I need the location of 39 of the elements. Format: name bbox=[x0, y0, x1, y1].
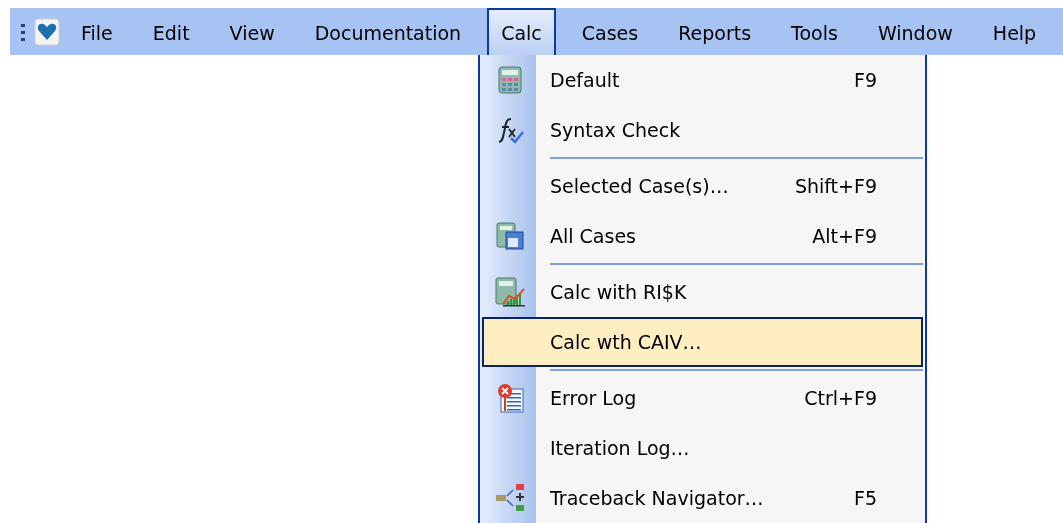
menu-entry-label: Syntax Check bbox=[550, 119, 682, 141]
menu-item[interactable]: Reports bbox=[664, 8, 766, 55]
menu-entry-label: Traceback Navigator… bbox=[550, 487, 765, 509]
menu-entry-label: Calc wth CAIV… bbox=[550, 331, 703, 353]
menu-entry-label: Calc with RI$K bbox=[550, 281, 688, 303]
menu-item[interactable]: Cases bbox=[567, 8, 653, 55]
menu-entry-label: Iteration Log… bbox=[550, 437, 691, 459]
menu-entry-label: Default bbox=[550, 69, 621, 91]
shortcut-text: Alt+F9 bbox=[812, 225, 877, 247]
menu-entry-label: All Cases bbox=[550, 225, 637, 247]
menu-item[interactable]: Edit bbox=[138, 8, 204, 55]
menu-entry-label: Error Log bbox=[550, 387, 638, 409]
calculator-icon bbox=[498, 66, 522, 94]
shortcut-text: F9 bbox=[853, 69, 877, 91]
menu-item[interactable]: File bbox=[67, 8, 127, 55]
menu-item[interactable]: View bbox=[215, 8, 289, 55]
menu-entry[interactable]: Calc with RI$K bbox=[482, 267, 923, 317]
menu-entry[interactable]: Traceback Navigator… F5 bbox=[482, 473, 923, 523]
menu-entry-label: Selected Case(s)… bbox=[550, 175, 730, 197]
menu-item[interactable]: Help bbox=[978, 8, 1051, 55]
menu-entry[interactable]: Selected Case(s)… Shift+F9 bbox=[482, 161, 923, 211]
menu-entry[interactable]: Iteration Log… bbox=[482, 423, 923, 473]
menu-item[interactable]: Calc bbox=[487, 8, 556, 55]
error-log-icon bbox=[496, 383, 524, 413]
menu-item[interactable]: Tools bbox=[777, 8, 852, 55]
menu-entry[interactable]: All Cases Alt+F9 bbox=[482, 211, 923, 261]
menu-entry[interactable]: Syntax Check bbox=[482, 105, 923, 155]
navigator-icon bbox=[495, 483, 525, 513]
menu-item[interactable]: Documentation bbox=[300, 8, 476, 55]
menu-item[interactable]: Window bbox=[863, 8, 967, 55]
grip-icon bbox=[21, 21, 26, 42]
menu-entry[interactable]: Error Log Ctrl+F9 bbox=[482, 373, 923, 423]
shortcut-text: Ctrl+F9 bbox=[804, 387, 877, 409]
shortcut-text: Shift+F9 bbox=[794, 175, 877, 197]
shortcut-text: F5 bbox=[853, 487, 877, 509]
menu-entry[interactable]: Calc wth CAIV… bbox=[482, 317, 923, 367]
calculator-chart-icon bbox=[495, 277, 525, 307]
menu-entry[interactable]: Default F9 bbox=[482, 55, 923, 105]
calculators-icon bbox=[496, 222, 524, 250]
